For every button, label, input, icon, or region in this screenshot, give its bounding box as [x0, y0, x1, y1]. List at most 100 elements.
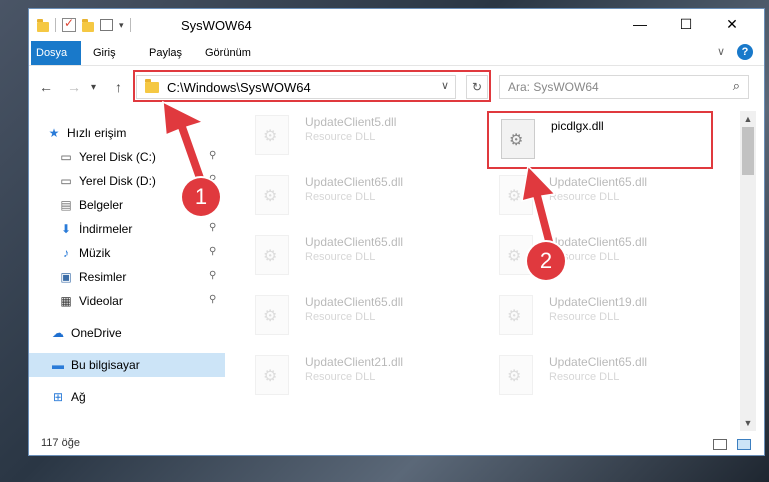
- sidebar-item-label: Müzik: [79, 246, 111, 260]
- details-view-icon[interactable]: [713, 439, 727, 450]
- scroll-down-icon[interactable]: ▼: [740, 415, 756, 431]
- file-name: UpdateClient5.dll: [305, 115, 397, 129]
- search-box[interactable]: Ara: SysWOW64 ⌕: [499, 75, 749, 99]
- dll-file-icon: [499, 295, 533, 335]
- separator: [55, 18, 56, 32]
- dll-file-icon: [255, 175, 289, 215]
- sidebar-item[interactable]: ⊞ Ağ: [29, 385, 225, 409]
- scroll-up-icon[interactable]: ▲: [740, 111, 756, 127]
- sidebar-item[interactable]: ★ Hızlı erişim: [29, 121, 225, 145]
- tab-view[interactable]: Görünüm: [197, 41, 259, 65]
- download-icon: ⬇: [60, 222, 72, 236]
- file-tile[interactable]: UpdateClient65.dllResource DLL: [487, 349, 717, 401]
- step-1-badge: 1: [182, 178, 220, 216]
- search-icon: ⌕: [732, 78, 740, 93]
- file-name: UpdateClient65.dll: [305, 295, 404, 309]
- vertical-scrollbar[interactable]: ▲ ▼: [740, 111, 756, 431]
- tab-share[interactable]: Paylaş: [141, 41, 190, 65]
- picture-icon: ▣: [60, 270, 72, 284]
- dll-file-icon: [255, 355, 289, 395]
- drive-icon: ▭: [60, 150, 72, 164]
- navigation-pane: ★ Hızlı erişim ▭ Yerel Disk (C:) ⚲ ▭ Yerel Dis…: [29, 109, 225, 414]
- file-tile[interactable]: UpdateClient65.dllResource DLL: [487, 169, 717, 221]
- video-icon: ▦: [60, 294, 72, 308]
- sidebar-item[interactable]: ▭ Yerel Disk (C:) ⚲: [29, 145, 225, 169]
- properties-icon[interactable]: [62, 16, 76, 32]
- file-description: Resource DLL: [549, 371, 620, 383]
- sidebar-item[interactable]: ▦ Videolar ⚲: [29, 289, 225, 313]
- new-folder-icon[interactable]: [82, 18, 94, 32]
- file-description: Resource DLL: [305, 131, 376, 143]
- file-tile[interactable]: UpdateClient21.dll Resource DLL: [243, 349, 473, 401]
- forward-arrow-icon[interactable]: →: [67, 79, 81, 95]
- computer-icon: ▬: [52, 358, 64, 372]
- chevron-down-icon[interactable]: ∨: [717, 45, 725, 58]
- file-tile[interactable]: UpdateClient65.dll Resource DLL: [243, 229, 473, 281]
- dll-file-icon: [499, 355, 533, 395]
- sidebar-item-label: Hızlı erişim: [67, 126, 127, 140]
- address-bar-highlight: [133, 70, 491, 102]
- status-bar: 117 öğe: [29, 433, 764, 455]
- file-tile[interactable]: UpdateClient19.dll Resource DLL: [487, 289, 717, 341]
- title-bar: ▾ SysWOW64 — ☐ ✕: [29, 9, 764, 41]
- sidebar-item-label: Resimler: [79, 270, 127, 284]
- pin-icon[interactable]: ⚲: [209, 270, 216, 281]
- pin-icon[interactable]: ⚲: [209, 294, 216, 305]
- file-description: Resource DLL: [305, 311, 376, 323]
- quick-access-toolbar: ▾: [37, 16, 131, 32]
- ribbon-tabs: Dosya Giriş Paylaş Görünüm ∨ ?: [29, 41, 764, 66]
- dll-file-icon: [255, 235, 289, 275]
- file-tile[interactable]: UpdateClient65.dllResource DLL: [487, 229, 717, 281]
- file-description: Resource DLL: [549, 311, 620, 323]
- large-icons-view-icon[interactable]: [737, 439, 751, 450]
- file-name: UpdateClient19.dll: [549, 295, 648, 309]
- folder-icon: [37, 18, 49, 32]
- highlighted-file-tile[interactable]: picdlgx.dll: [487, 111, 713, 169]
- sidebar-item[interactable]: ☁ OneDrive: [29, 321, 225, 345]
- sidebar-item-label: Videolar: [79, 294, 123, 308]
- document-icon: ▤: [60, 198, 72, 212]
- sidebar-item-label: OneDrive: [71, 326, 122, 340]
- sidebar-item[interactable]: ▬ Bu bilgisayar: [29, 353, 225, 377]
- customize-toolbar-icon[interactable]: ▾: [119, 20, 124, 31]
- file-name: UpdateClient65.dll: [305, 175, 404, 189]
- file-name: UpdateClient65.dll: [549, 175, 648, 189]
- tab-home[interactable]: Giriş: [85, 41, 124, 65]
- file-description: Resource DLL: [305, 191, 376, 203]
- pin-icon[interactable]: ⚲: [209, 246, 216, 257]
- tab-file[interactable]: Dosya: [31, 41, 81, 65]
- file-description: Resource DLL: [305, 371, 376, 383]
- scroll-thumb[interactable]: [742, 127, 754, 175]
- step-2-badge: 2: [527, 242, 565, 280]
- separator: [129, 18, 131, 32]
- file-tile[interactable]: UpdateClient65.dll Resource DLL: [243, 289, 473, 341]
- sidebar-item-label: Ağ: [71, 390, 86, 404]
- back-arrow-icon[interactable]: ←: [39, 79, 53, 95]
- window-title: SysWOW64: [181, 18, 252, 33]
- file-description: Resource DLL: [305, 251, 376, 263]
- file-tile[interactable]: UpdateClient5.dll Resource DLL: [243, 109, 473, 161]
- pin-icon[interactable]: ⚲: [209, 150, 216, 161]
- pin-icon[interactable]: ⚲: [209, 222, 216, 233]
- sidebar-item[interactable]: ♪ Müzik ⚲: [29, 241, 225, 265]
- file-name: UpdateClient65.dll: [305, 235, 404, 249]
- recent-locations-icon[interactable]: ▾: [91, 82, 96, 93]
- maximize-button[interactable]: ☐: [663, 9, 709, 39]
- help-icon[interactable]: ?: [737, 44, 753, 60]
- network-icon: ⊞: [52, 390, 64, 404]
- drive-icon: ▭: [60, 174, 72, 188]
- close-button[interactable]: ✕: [709, 9, 755, 39]
- dll-file-icon: [255, 295, 289, 335]
- file-tile[interactable]: UpdateClient65.dll Resource DLL: [243, 169, 473, 221]
- sidebar-item[interactable]: ▣ Resimler ⚲: [29, 265, 225, 289]
- cloud-icon: ☁: [52, 326, 64, 340]
- sidebar-item-label: Yerel Disk (D:): [79, 174, 156, 188]
- sidebar-item[interactable]: ⬇ İndirmeler ⚲: [29, 217, 225, 241]
- file-name: UpdateClient65.dll: [549, 235, 648, 249]
- sidebar-item-label: İndirmeler: [79, 222, 133, 236]
- minimize-button[interactable]: —: [617, 9, 663, 39]
- search-input[interactable]: Ara: SysWOW64: [508, 80, 599, 94]
- up-arrow-icon[interactable]: ↑: [115, 79, 122, 95]
- rename-icon[interactable]: [100, 19, 113, 31]
- sidebar-item-label: Belgeler: [79, 198, 124, 212]
